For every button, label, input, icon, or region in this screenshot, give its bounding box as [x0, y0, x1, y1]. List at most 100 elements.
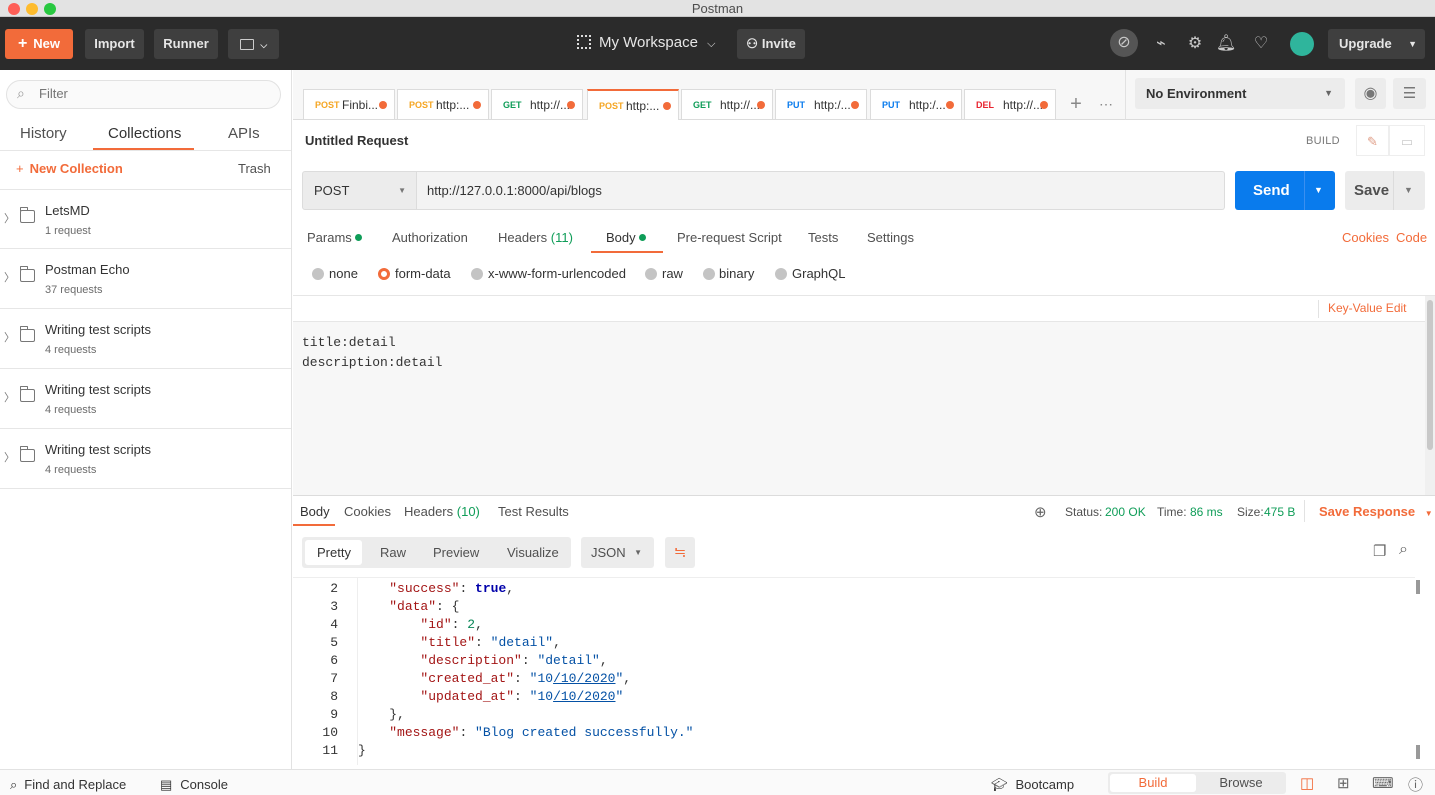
comment-icon[interactable]: ▭	[1389, 125, 1425, 156]
radio-graphql[interactable]	[775, 268, 787, 280]
pencil-icon[interactable]: ✎	[1356, 125, 1389, 156]
minimize-window-button[interactable]	[26, 3, 38, 15]
caret-down-icon[interactable]: ▼	[1314, 171, 1323, 210]
help-icon[interactable]: ⓘ	[1408, 774, 1423, 795]
view-preview[interactable]: Preview	[433, 545, 479, 560]
caret-down-icon[interactable]: ▼	[1404, 171, 1413, 210]
workspace-switcher[interactable]: My Workspace ⌵	[577, 34, 715, 56]
keyboard-icon[interactable]: ⌨	[1372, 774, 1394, 792]
invite-button[interactable]: ⚇ Invite	[737, 29, 805, 59]
save-response-button[interactable]: Save Response ▼	[1319, 504, 1433, 519]
response-tab-body[interactable]: Body	[300, 504, 330, 519]
bootcamp-button[interactable]: 🎓︎ Bootcamp	[991, 777, 1074, 793]
eye-icon[interactable]: ◉	[1355, 78, 1386, 109]
list-item[interactable]: 〉 Postman Echo 37 requests	[0, 249, 291, 309]
environment-select[interactable]: No Environment ▼	[1135, 78, 1345, 109]
layout-icon[interactable]: ⊞	[1337, 774, 1350, 792]
list-item[interactable]: 〉 LetsMD 1 request	[0, 189, 291, 249]
response-tab-test-results[interactable]: Test Results	[498, 504, 569, 519]
add-tab-icon[interactable]: +	[1064, 91, 1088, 117]
request-tab[interactable]: POST http:...	[397, 89, 489, 119]
time-value: 86 ms	[1190, 505, 1223, 519]
format-select[interactable]: JSON ▼	[581, 537, 654, 568]
tab-tests[interactable]: Tests	[808, 230, 838, 245]
request-tab[interactable]: GET http://...	[491, 89, 583, 119]
new-collection-button[interactable]: + New Collection	[16, 161, 123, 176]
scrollbar[interactable]	[1415, 578, 1423, 764]
unsaved-dot	[379, 101, 387, 109]
tab-apis[interactable]: APIs	[228, 125, 260, 142]
request-tab[interactable]: DEL http://...	[964, 89, 1056, 119]
url-input[interactable]: http://127.0.0.1:8000/api/blogs	[417, 171, 1225, 210]
search-icon[interactable]: ⌕	[1399, 541, 1408, 559]
method-select[interactable]: POST ▼	[302, 171, 417, 210]
new-window-button[interactable]: ⌵	[228, 29, 279, 59]
tab-settings[interactable]: Settings	[867, 230, 914, 245]
tab-collections[interactable]: Collections	[108, 125, 181, 142]
list-item[interactable]: 〉 Writing test scripts 4 requests	[0, 369, 291, 429]
chevron-right-icon[interactable]: 〉	[4, 329, 15, 345]
satellite-icon[interactable]: ⌁	[1148, 31, 1174, 57]
close-window-button[interactable]	[8, 3, 20, 15]
scrollbar[interactable]	[1425, 296, 1435, 495]
request-tab-active[interactable]: POST http:...	[587, 89, 679, 120]
console-button[interactable]: ▤ Console	[160, 777, 228, 793]
request-tab[interactable]: PUT http:/...	[775, 89, 867, 119]
tab-authorization[interactable]: Authorization	[392, 230, 468, 245]
view-pretty[interactable]: Pretty	[317, 545, 351, 560]
heart-icon[interactable]: ♡	[1248, 31, 1274, 57]
key-value-edit-link[interactable]: Key-Value Edit	[1328, 301, 1407, 315]
gear-icon[interactable]: ⚙	[1182, 31, 1208, 57]
browse-mode-button[interactable]: Browse	[1198, 774, 1284, 792]
code-link[interactable]: Code	[1396, 230, 1427, 245]
filter-input[interactable]	[39, 86, 269, 101]
runner-button[interactable]: Runner	[154, 29, 218, 59]
filter-field[interactable]: ⌕	[6, 80, 281, 109]
bulk-edit-textarea[interactable]	[293, 322, 1425, 495]
tab-headers[interactable]: Headers (11)	[498, 230, 573, 245]
request-tab[interactable]: GET http://...	[681, 89, 773, 119]
response-tab-cookies[interactable]: Cookies	[344, 504, 391, 519]
bell-icon[interactable]: 🔔︎	[1213, 31, 1239, 57]
tab-params[interactable]: Params	[307, 230, 363, 245]
save-button[interactable]: Save ▼	[1345, 171, 1425, 210]
radio-x-www-form-urlencoded[interactable]	[471, 268, 483, 280]
list-item[interactable]: 〉 Writing test scripts 4 requests	[0, 309, 291, 369]
tab-body[interactable]: Body	[606, 230, 647, 245]
chevron-right-icon[interactable]: 〉	[4, 449, 15, 465]
zoom-window-button[interactable]	[44, 3, 56, 15]
import-button[interactable]: Import	[85, 29, 144, 59]
two-pane-view-icon[interactable]: ◫	[1300, 774, 1314, 792]
wrap-lines-icon[interactable]: ≒	[665, 537, 695, 568]
line-number: 3	[330, 599, 338, 614]
send-button[interactable]: Send ▼	[1235, 171, 1335, 210]
radio-raw[interactable]	[645, 268, 657, 280]
request-title[interactable]: Untitled Request	[305, 133, 408, 148]
globe-icon[interactable]: ⊕	[1034, 503, 1047, 521]
tab-history[interactable]: History	[20, 125, 67, 142]
sync-off-icon[interactable]: ⊘	[1110, 29, 1138, 57]
chevron-right-icon[interactable]: 〉	[4, 210, 15, 226]
find-replace-button[interactable]: ⌕ Find and Replace	[10, 777, 126, 793]
view-visualize[interactable]: Visualize	[507, 545, 559, 560]
response-tab-headers[interactable]: Headers (10)	[404, 504, 480, 519]
sliders-icon[interactable]: ☰	[1393, 78, 1426, 109]
radio-binary[interactable]	[703, 268, 715, 280]
trash-button[interactable]: Trash	[238, 161, 271, 176]
radio-form-data[interactable]	[378, 268, 390, 280]
radio-none[interactable]	[312, 268, 324, 280]
view-raw[interactable]: Raw	[380, 545, 406, 560]
request-tab[interactable]: POST Finbi...	[303, 89, 395, 119]
tab-pre-request-script[interactable]: Pre-request Script	[677, 230, 782, 245]
upgrade-button[interactable]: Upgrade ▼	[1328, 29, 1425, 59]
chevron-right-icon[interactable]: 〉	[4, 269, 15, 285]
avatar[interactable]	[1290, 32, 1314, 56]
request-tab[interactable]: PUT http:/...	[870, 89, 962, 119]
list-item[interactable]: 〉 Writing test scripts 4 requests	[0, 429, 291, 489]
build-mode-button[interactable]: Build	[1110, 774, 1196, 792]
more-tabs-icon[interactable]: ⋯	[1094, 91, 1118, 117]
new-button[interactable]: + New	[5, 29, 73, 59]
copy-icon[interactable]: ❐	[1373, 542, 1386, 560]
cookies-link[interactable]: Cookies	[1342, 230, 1389, 245]
chevron-right-icon[interactable]: 〉	[4, 389, 15, 405]
